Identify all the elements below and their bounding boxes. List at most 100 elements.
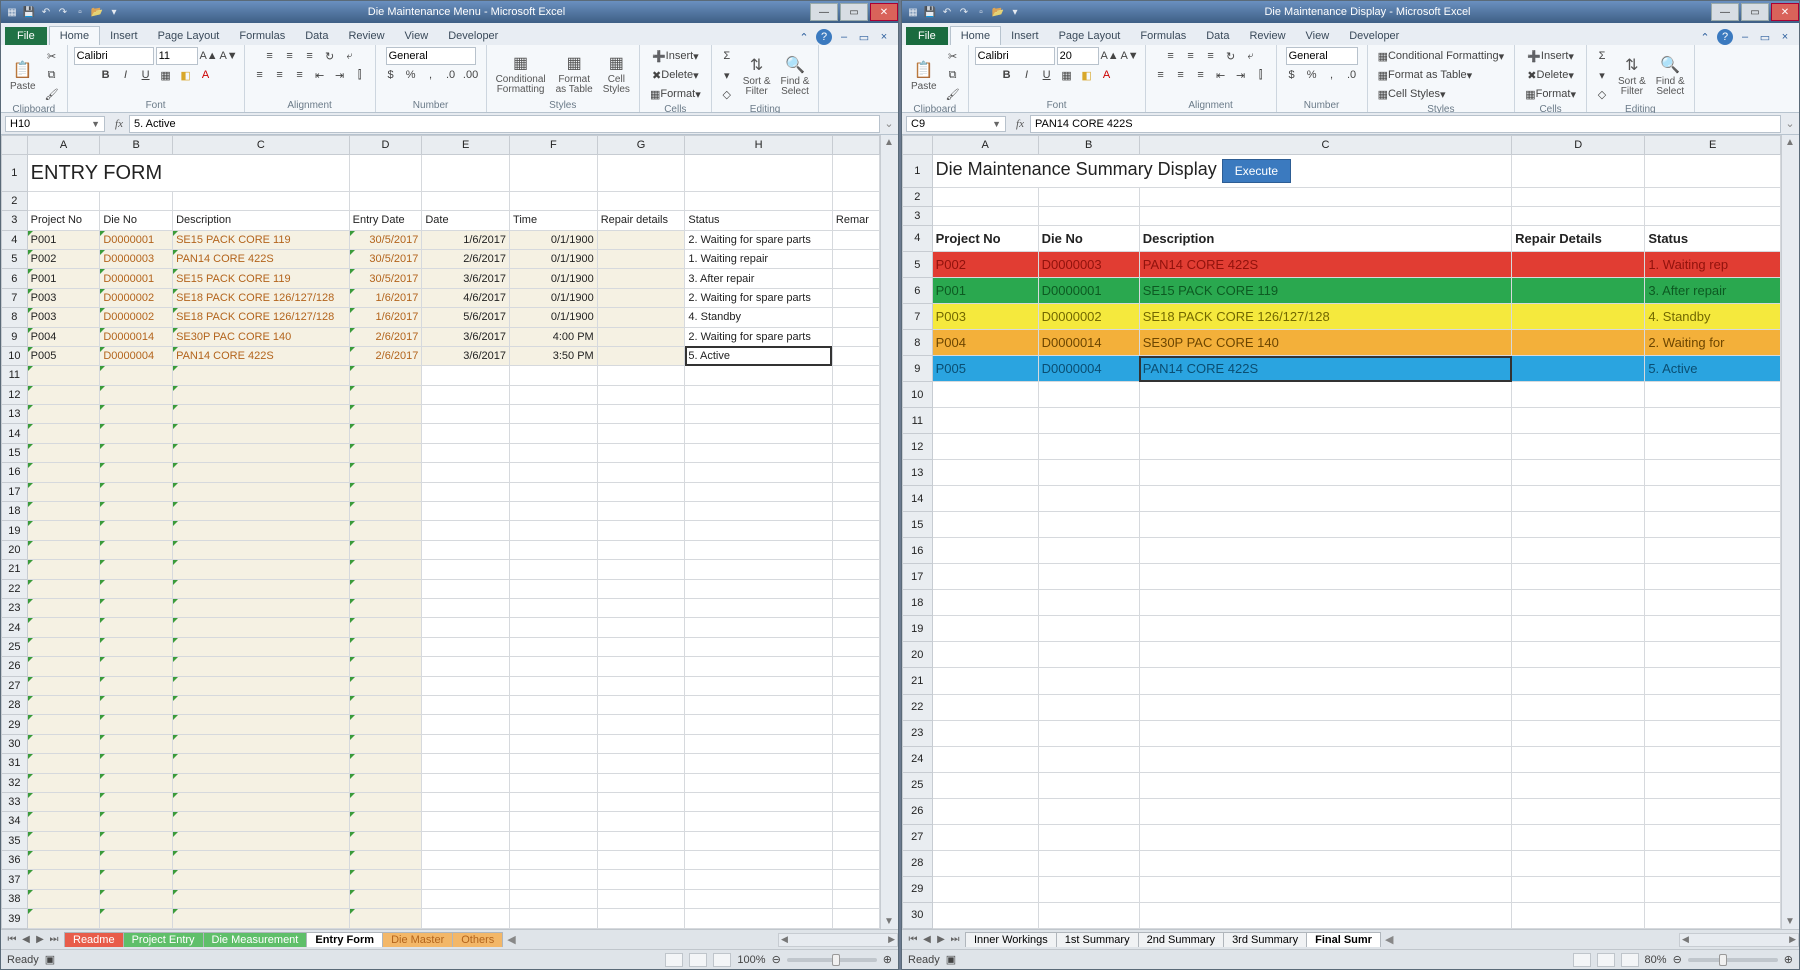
sort-filter-button[interactable]: ⇅Sort & Filter [1615,53,1649,98]
vertical-scrollbar[interactable] [880,135,898,929]
tab-review[interactable]: Review [338,27,394,45]
tab-developer[interactable]: Developer [438,27,508,45]
doc-close-icon[interactable]: × [1777,29,1793,45]
decrease-font-icon[interactable]: A▼ [220,47,238,65]
horizontal-scrollbar[interactable] [778,933,898,947]
qat-undo-icon[interactable]: ↶ [39,5,53,19]
zoom-out-button[interactable]: ⊖ [1673,953,1682,966]
help-icon[interactable]: ? [816,29,832,45]
bold-button[interactable]: B [998,66,1016,84]
italic-button[interactable]: I [117,66,135,84]
insert-cells-button[interactable]: ➕ Insert ▾ [1523,47,1578,65]
increase-font-icon[interactable]: A▲ [200,47,218,65]
fill-color-icon[interactable]: ◧ [177,66,195,84]
format-cells-button[interactable]: ▦ Format ▾ [1521,85,1580,103]
table-row[interactable]: 5 P002 D0000003 PAN14 CORE 422S 30/5/201… [2,249,880,268]
qat-undo-icon[interactable]: ↶ [940,5,954,19]
table-row[interactable]: 16 [903,538,1781,564]
formula-input[interactable] [129,115,880,133]
sheet-tab[interactable]: Project Entry [123,932,204,947]
format-table-button[interactable]: ▦ Format as Table ▾ [1374,66,1477,84]
sheet-area[interactable]: ABCDEFGH 1ENTRY FORM 2 3Project NoDie No… [1,135,898,929]
table-row[interactable]: 36 [2,851,880,870]
font-color-icon[interactable]: A [197,66,215,84]
sheet-area[interactable]: ABCDE 1Die Maintenance Summary Display E… [902,135,1799,929]
formula-input[interactable] [1030,115,1781,133]
spreadsheet-grid[interactable]: ABCDEFGH 1ENTRY FORM 2 3Project NoDie No… [1,135,880,929]
horizontal-scrollbar[interactable] [1679,933,1799,947]
table-row[interactable]: 19 [903,616,1781,642]
increase-font-icon[interactable]: A▲ [1101,47,1119,65]
expand-fx-icon[interactable]: ⌄ [1781,117,1799,130]
file-tab[interactable]: File [906,27,948,45]
copy-icon[interactable]: ⧉ [43,66,61,84]
table-row[interactable]: 11 [2,366,880,385]
vertical-scrollbar[interactable] [1781,135,1799,929]
table-row[interactable]: 12 [2,385,880,404]
table-row[interactable]: 13 [903,460,1781,486]
view-layout-icon[interactable] [1597,953,1615,967]
format-table-button[interactable]: ▦Format as Table [553,51,596,96]
table-row[interactable]: 37 [2,870,880,889]
copy-icon[interactable]: ⧉ [944,66,962,84]
tab-scroll-icon[interactable]: ◀ [503,933,519,946]
tab-home[interactable]: Home [950,26,1001,45]
zoom-out-button[interactable]: ⊖ [772,953,781,966]
cond-format-button[interactable]: ▦Conditional Formatting [493,51,549,96]
table-row[interactable]: 26 [903,798,1781,824]
table-row[interactable]: 7 P003D0000002SE18 PACK CORE 126/127/128… [903,304,1781,330]
delete-cells-button[interactable]: ✖ Delete ▾ [648,66,703,84]
comma-icon[interactable]: , [422,66,440,84]
orient-icon[interactable]: ↻ [321,47,339,65]
expand-fx-icon[interactable]: ⌄ [880,117,898,130]
name-box[interactable]: C9▼ [906,116,1006,132]
view-normal-icon[interactable] [1573,953,1591,967]
minimize-button[interactable]: — [810,3,838,21]
table-row[interactable]: 9 P004 D0000014 SE30P PAC CORE 140 2/6/2… [2,327,880,346]
format-painter-icon[interactable]: 🖌 [43,85,61,103]
chevron-down-icon[interactable]: ▼ [992,119,1001,129]
table-row[interactable]: 8 P003 D0000002 SE18 PACK CORE 126/127/1… [2,308,880,327]
table-row[interactable]: 4 P001 D0000001 SE15 PACK CORE 119 30/5/… [2,230,880,249]
close-button[interactable]: ✕ [1771,3,1799,21]
table-row[interactable]: 33 [2,792,880,811]
doc-min-icon[interactable]: – [1737,29,1753,45]
cond-format-button[interactable]: ▦ Conditional Formatting ▾ [1374,47,1509,65]
table-row[interactable]: 39 [2,909,880,929]
table-row[interactable]: 21 [2,560,880,579]
font-size-select[interactable] [1057,47,1099,65]
tab-view[interactable]: View [1296,27,1340,45]
table-row[interactable]: 27 [2,676,880,695]
sheet-tab[interactable]: Entry Form [306,932,383,947]
delete-cells-button[interactable]: ✖ Delete ▾ [1523,66,1578,84]
paste-button[interactable]: 📋 Paste [7,58,39,93]
tab-formulas[interactable]: Formulas [229,27,295,45]
tab-insert[interactable]: Insert [1001,27,1049,45]
qat-save-icon[interactable]: 💾 [22,5,36,19]
sheet-tab[interactable]: Inner Workings [965,932,1057,947]
table-row[interactable]: 14 [903,486,1781,512]
underline-button[interactable]: U [137,66,155,84]
table-row[interactable]: 29 [2,715,880,734]
table-row[interactable]: 25 [2,637,880,656]
find-select-button[interactable]: 🔍Find & Select [1653,53,1688,98]
cut-icon[interactable]: ✂ [43,47,61,65]
table-row[interactable]: 31 [2,754,880,773]
table-row[interactable]: 23 [903,720,1781,746]
dec-dec-icon[interactable]: .00 [462,66,480,84]
table-row[interactable]: 17 [903,564,1781,590]
table-row[interactable]: 21 [903,668,1781,694]
execute-button[interactable]: Execute [1222,159,1291,183]
zoom-slider[interactable] [787,958,877,962]
view-normal-icon[interactable] [665,953,683,967]
table-row[interactable]: 16 [2,463,880,482]
zoom-in-button[interactable]: ⊕ [1784,953,1793,966]
zoom-in-button[interactable]: ⊕ [883,953,892,966]
sheet-tab[interactable]: 3rd Summary [1223,932,1307,947]
zoom-slider[interactable] [1688,958,1778,962]
table-row[interactable]: 17 [2,482,880,501]
cell-styles-button[interactable]: ▦Cell Styles [600,51,633,96]
wrap-icon[interactable]: ⤶ [341,47,359,65]
tab-nav[interactable]: ⏮◀▶⏭ [902,934,966,945]
tab-scroll-icon[interactable]: ◀ [1381,933,1397,946]
